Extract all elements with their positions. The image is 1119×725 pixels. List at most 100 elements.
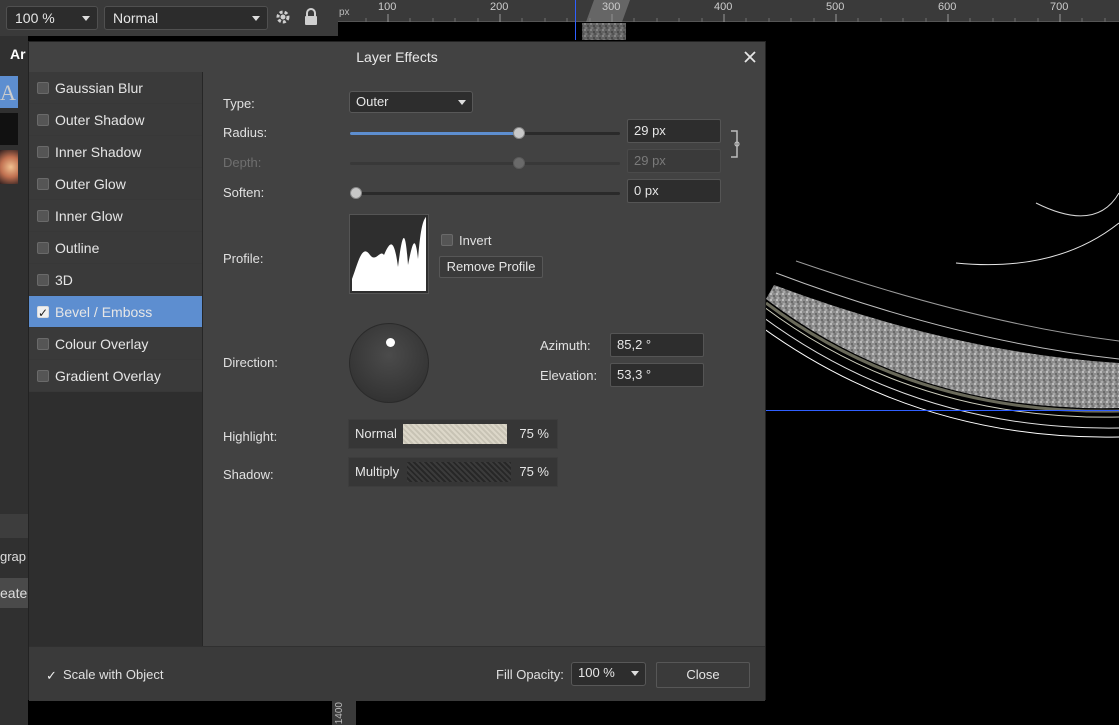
depth-field[interactable]: 29 px xyxy=(627,149,721,173)
effect-checkbox[interactable] xyxy=(37,274,49,286)
panel-text-partial: grap xyxy=(0,549,27,564)
elevation-value: 53,3 ° xyxy=(617,367,652,382)
effect-item-gaussian-blur[interactable]: Gaussian Blur xyxy=(29,72,202,104)
dialog-title: Layer Effects xyxy=(356,49,438,65)
effect-checkbox[interactable] xyxy=(37,297,49,329)
scale-with-object-checkbox[interactable] xyxy=(46,668,58,684)
radius-slider[interactable] xyxy=(350,127,620,139)
create-button-label: eate xyxy=(0,585,28,601)
effect-checkbox[interactable] xyxy=(37,338,49,350)
blend-mode-value: Normal xyxy=(113,10,159,26)
soften-slider[interactable] xyxy=(350,187,620,199)
effect-checkbox[interactable] xyxy=(37,178,49,190)
effect-label: Outer Shadow xyxy=(55,112,145,128)
chevron-down-icon xyxy=(458,100,466,105)
ruler-tick-label: 500 xyxy=(826,1,845,13)
guide-line-horizontal xyxy=(766,410,1119,411)
fill-opacity-select[interactable]: 100 % xyxy=(571,662,646,686)
fill-opacity-value: 100 % xyxy=(578,665,615,680)
vertical-ruler: 1400 xyxy=(332,700,356,725)
highlight-label: Highlight: xyxy=(223,429,278,444)
effect-label: Gradient Overlay xyxy=(55,368,161,384)
ruler-unit: px xyxy=(339,7,350,18)
azimuth-field[interactable]: 85,2 ° xyxy=(610,333,704,357)
effect-item-3d[interactable]: 3D xyxy=(29,264,202,296)
scale-with-object-label: Scale with Object xyxy=(63,667,164,682)
effect-label: 3D xyxy=(55,272,73,288)
type-label: Type: xyxy=(223,96,255,111)
effect-label: Outer Glow xyxy=(55,176,126,192)
effect-item-bevel-emboss[interactable]: Bevel / Emboss xyxy=(29,296,202,329)
ruler-tick-label: 200 xyxy=(490,1,509,13)
slider-thumb[interactable] xyxy=(512,127,525,139)
effect-checkbox[interactable] xyxy=(37,210,49,222)
slider-fill xyxy=(350,132,519,135)
highlight-mode: Normal xyxy=(355,426,397,441)
azimuth-value: 85,2 ° xyxy=(617,337,652,352)
effect-label: Outline xyxy=(55,240,100,256)
gear-icon[interactable] xyxy=(274,8,292,26)
blend-mode-select[interactable]: Normal xyxy=(104,6,268,30)
shadow-label: Shadow: xyxy=(223,467,274,482)
chevron-down-icon xyxy=(82,16,90,21)
effect-item-outer-shadow[interactable]: Outer Shadow xyxy=(29,104,202,136)
guide-line-vertical xyxy=(575,0,576,40)
layer-thumb-text[interactable]: A xyxy=(0,76,18,108)
zoom-select[interactable]: 100 % xyxy=(6,6,98,30)
effect-label: Gaussian Blur xyxy=(55,80,143,96)
effect-checkbox[interactable] xyxy=(37,82,49,94)
effect-item-colour-overlay[interactable]: Colour Overlay xyxy=(29,328,202,360)
effect-item-outer-glow[interactable]: Outer Glow xyxy=(29,168,202,200)
shadow-mode: Multiply xyxy=(355,464,400,479)
remove-profile-button[interactable]: Remove Profile xyxy=(439,256,543,278)
effect-checkbox[interactable] xyxy=(37,242,49,254)
shadow-color-swatch[interactable] xyxy=(407,462,511,482)
fill-opacity-label: Fill Opacity: xyxy=(496,667,564,682)
soften-value: 0 px xyxy=(634,183,659,198)
effect-item-inner-shadow[interactable]: Inner Shadow xyxy=(29,136,202,168)
effect-checkbox[interactable] xyxy=(37,146,49,158)
highlight-blend-row[interactable]: Normal 75 % xyxy=(348,419,558,449)
depth-value: 29 px xyxy=(634,153,666,168)
soften-field[interactable]: 0 px xyxy=(627,179,721,203)
depth-slider[interactable] xyxy=(350,157,620,169)
close-icon[interactable] xyxy=(739,46,761,68)
effect-label: Bevel / Emboss xyxy=(55,304,153,320)
ruler-tick-label: 300 xyxy=(602,1,621,13)
horizontal-ruler: 100 200 300 400 500 600 700 xyxy=(338,0,1119,22)
direction-label: Direction: xyxy=(223,355,278,370)
ruler-tick-label: 1400 xyxy=(334,702,345,725)
effect-label: Colour Overlay xyxy=(55,336,149,352)
lock-icon[interactable] xyxy=(302,8,320,26)
close-button[interactable]: Close xyxy=(656,662,750,688)
profile-curve-editor[interactable] xyxy=(349,214,429,294)
effect-item-outline[interactable]: Outline xyxy=(29,232,202,264)
radius-field[interactable]: 29 px xyxy=(627,119,721,143)
highlight-color-swatch[interactable] xyxy=(403,424,507,444)
slider-track xyxy=(350,192,620,195)
create-button-partial[interactable]: eate xyxy=(0,578,28,608)
link-bracket-icon[interactable] xyxy=(729,129,741,159)
shadow-blend-row[interactable]: Multiply 75 % xyxy=(348,457,558,487)
invert-label: Invert xyxy=(459,233,492,248)
effect-item-gradient-overlay[interactable]: Gradient Overlay xyxy=(29,360,202,392)
slider-thumb[interactable] xyxy=(350,187,362,199)
ruler-tick-label: 100 xyxy=(378,1,397,13)
light-direction-handle[interactable] xyxy=(386,338,395,347)
highlight-opacity: 75 % xyxy=(519,426,549,441)
layer-effects-dialog: Layer Effects Gaussian Blur Outer Shadow… xyxy=(28,41,766,701)
type-select[interactable]: Outer xyxy=(349,91,473,113)
invert-checkbox[interactable] xyxy=(441,234,453,246)
layer-thumb-shape[interactable] xyxy=(0,113,18,145)
direction-dial[interactable] xyxy=(349,323,429,403)
effects-list: Gaussian Blur Outer Shadow Inner Shadow … xyxy=(29,72,203,646)
layer-thumb-image[interactable] xyxy=(0,150,18,184)
effect-settings: Type: Outer Radius: 29 px Depth: 29 px S… xyxy=(204,72,765,646)
effect-checkbox[interactable] xyxy=(37,114,49,126)
effect-checkbox[interactable] xyxy=(37,370,49,382)
elevation-field[interactable]: 53,3 ° xyxy=(610,363,704,387)
layers-panel-partial: Ar A grap eate xyxy=(0,36,28,725)
effect-item-inner-glow[interactable]: Inner Glow xyxy=(29,200,202,232)
ruler-tick-label: 700 xyxy=(1050,1,1069,13)
slider-thumb[interactable] xyxy=(512,157,525,169)
